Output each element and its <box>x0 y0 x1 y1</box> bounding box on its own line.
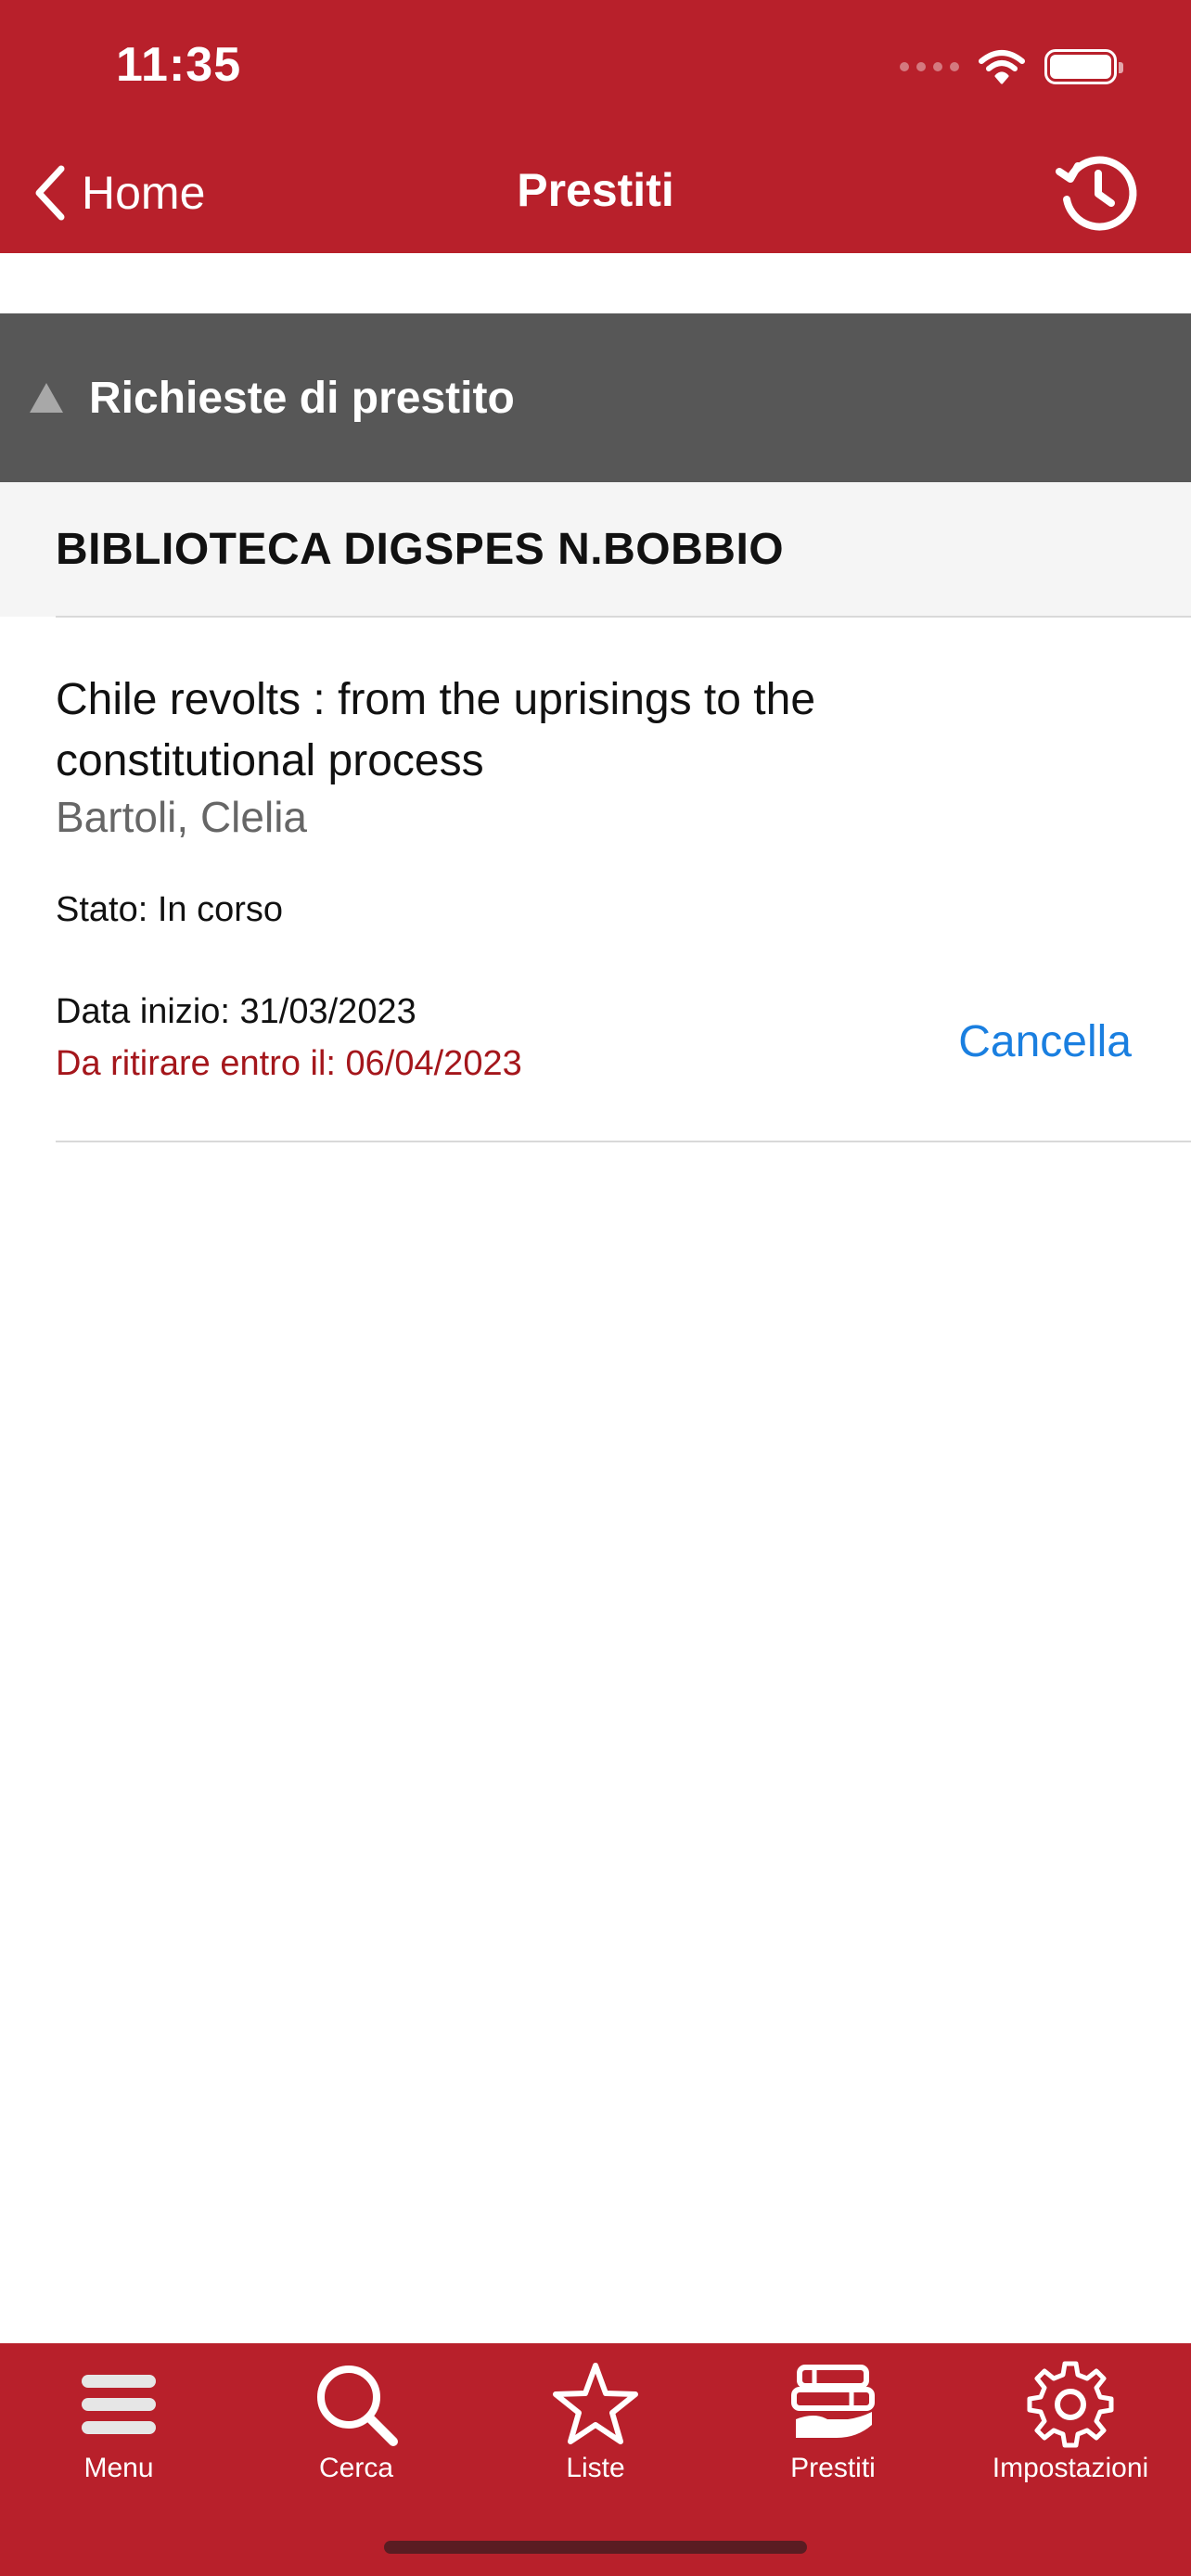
tab-label: Liste <box>566 2453 625 2483</box>
library-group-header: BIBLIOTECA DIGSPES N.BOBBIO <box>0 482 1191 617</box>
status-indicators <box>900 46 1123 87</box>
divider <box>56 1141 1191 1142</box>
tab-search[interactable]: Cerca <box>237 2343 475 2492</box>
tab-label: Prestiti <box>790 2453 876 2483</box>
status-time: 11:35 <box>116 38 242 92</box>
loan-pickup-deadline: Da ritirare entro il: 06/04/2023 <box>56 1044 522 1083</box>
star-icon <box>553 2363 638 2444</box>
tab-label: Impostazioni <box>992 2453 1149 2483</box>
tab-settings[interactable]: Impostazioni <box>952 2343 1189 2492</box>
cellular-signal-icon <box>900 62 959 71</box>
tab-loans[interactable]: Prestiti <box>714 2343 952 2492</box>
section-label: Richieste di prestito <box>89 373 515 423</box>
library-name: BIBLIOTECA DIGSPES N.BOBBIO <box>56 525 785 574</box>
books-icon <box>791 2365 875 2438</box>
chevron-left-icon <box>35 165 65 221</box>
collapse-triangle-icon <box>30 383 63 413</box>
loan-status: Stato: In corso <box>56 890 284 929</box>
loan-request-item: Chile revolts : from the uprisings to th… <box>0 618 1191 1142</box>
tab-label: Cerca <box>318 2453 394 2483</box>
app-header: 11:35 Home Prestiti <box>0 0 1191 253</box>
tab-lists[interactable]: Liste <box>477 2343 714 2492</box>
search-icon <box>317 2366 398 2446</box>
loan-title: Chile revolts : from the uprisings to th… <box>56 675 816 785</box>
tab-label: Menu <box>83 2453 154 2483</box>
loan-author: Bartoli, Clelia <box>56 793 307 841</box>
wifi-icon <box>979 50 1025 84</box>
home-indicator[interactable] <box>384 2541 807 2554</box>
back-label: Home <box>82 167 206 219</box>
tab-menu[interactable]: Menu <box>0 2343 237 2492</box>
history-icon[interactable] <box>1056 151 1139 235</box>
menu-icon <box>82 2375 156 2434</box>
gear-icon <box>1027 2361 1114 2448</box>
cancel-button[interactable]: Cancella <box>958 1016 1132 1067</box>
loan-start-date: Data inizio: 31/03/2023 <box>56 992 416 1031</box>
battery-icon <box>1044 49 1123 84</box>
section-header-loan-requests[interactable]: Richieste di prestito <box>0 313 1191 482</box>
back-button[interactable]: Home <box>33 162 205 223</box>
